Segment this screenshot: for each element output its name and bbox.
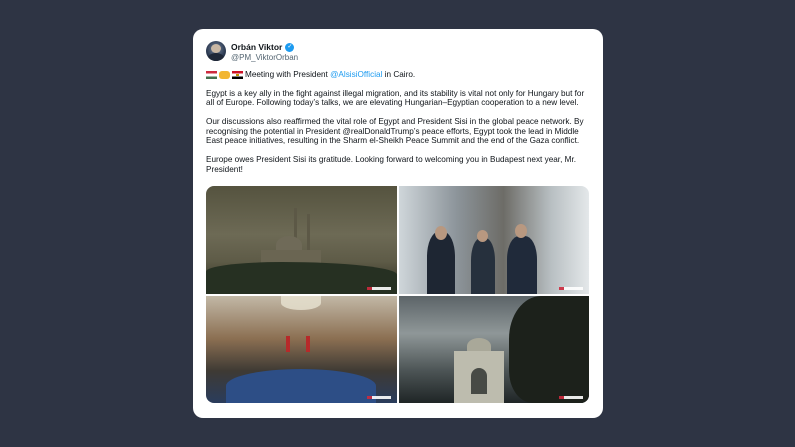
photo-mosque[interactable]	[206, 186, 397, 294]
figure-right-head	[515, 224, 527, 238]
tweet-line-1: Meeting with President @AlsisiOfficial i…	[206, 70, 590, 80]
flag-left	[286, 336, 290, 352]
figure-right	[507, 236, 537, 294]
tweet-text: Meeting with President @AlsisiOfficial i…	[206, 70, 590, 184]
photo-meeting-room[interactable]	[206, 296, 397, 403]
media-grid	[206, 186, 589, 403]
author-handle[interactable]: @PM_ViktorOrban	[231, 53, 298, 62]
egypt-flag-icon	[232, 70, 243, 79]
watermark-logo	[559, 287, 583, 290]
watermark-logo	[367, 396, 391, 399]
watermark-logo	[367, 287, 391, 290]
palace-arch	[471, 368, 487, 394]
blue-rug	[226, 369, 376, 403]
figure-left	[427, 232, 455, 294]
tree-silhouette	[509, 296, 589, 403]
line1-prefix: Meeting with President	[245, 70, 328, 79]
tweet-paragraph-3: Our discussions also reaffirmed the vita…	[206, 117, 584, 145]
photo-palace[interactable]	[399, 296, 589, 403]
author-row: Orbán Viktor ✓	[231, 42, 295, 52]
minaret-right	[307, 214, 310, 254]
line1-suffix: in Cairo.	[384, 70, 416, 79]
figure-middle	[471, 238, 495, 294]
avatar[interactable]	[206, 41, 226, 61]
watermark-logo	[559, 396, 583, 399]
flag-right	[306, 336, 310, 352]
mention-link[interactable]: @AlsisiOfficial	[330, 70, 382, 80]
tweet-paragraph-2: Egypt is a key ally in the fight against…	[206, 88, 585, 108]
verified-badge-icon: ✓	[285, 42, 295, 52]
chandelier	[281, 296, 321, 310]
handshake-icon	[219, 70, 230, 79]
hungary-flag-icon	[206, 70, 217, 79]
author-name[interactable]: Orbán Viktor	[231, 42, 282, 52]
figure-left-head	[435, 226, 447, 240]
tweet-paragraph-4: Europe owes President Sisi its gratitude…	[206, 155, 576, 174]
photo-leaders-walking[interactable]	[399, 186, 589, 294]
figure-middle-head	[477, 230, 488, 242]
